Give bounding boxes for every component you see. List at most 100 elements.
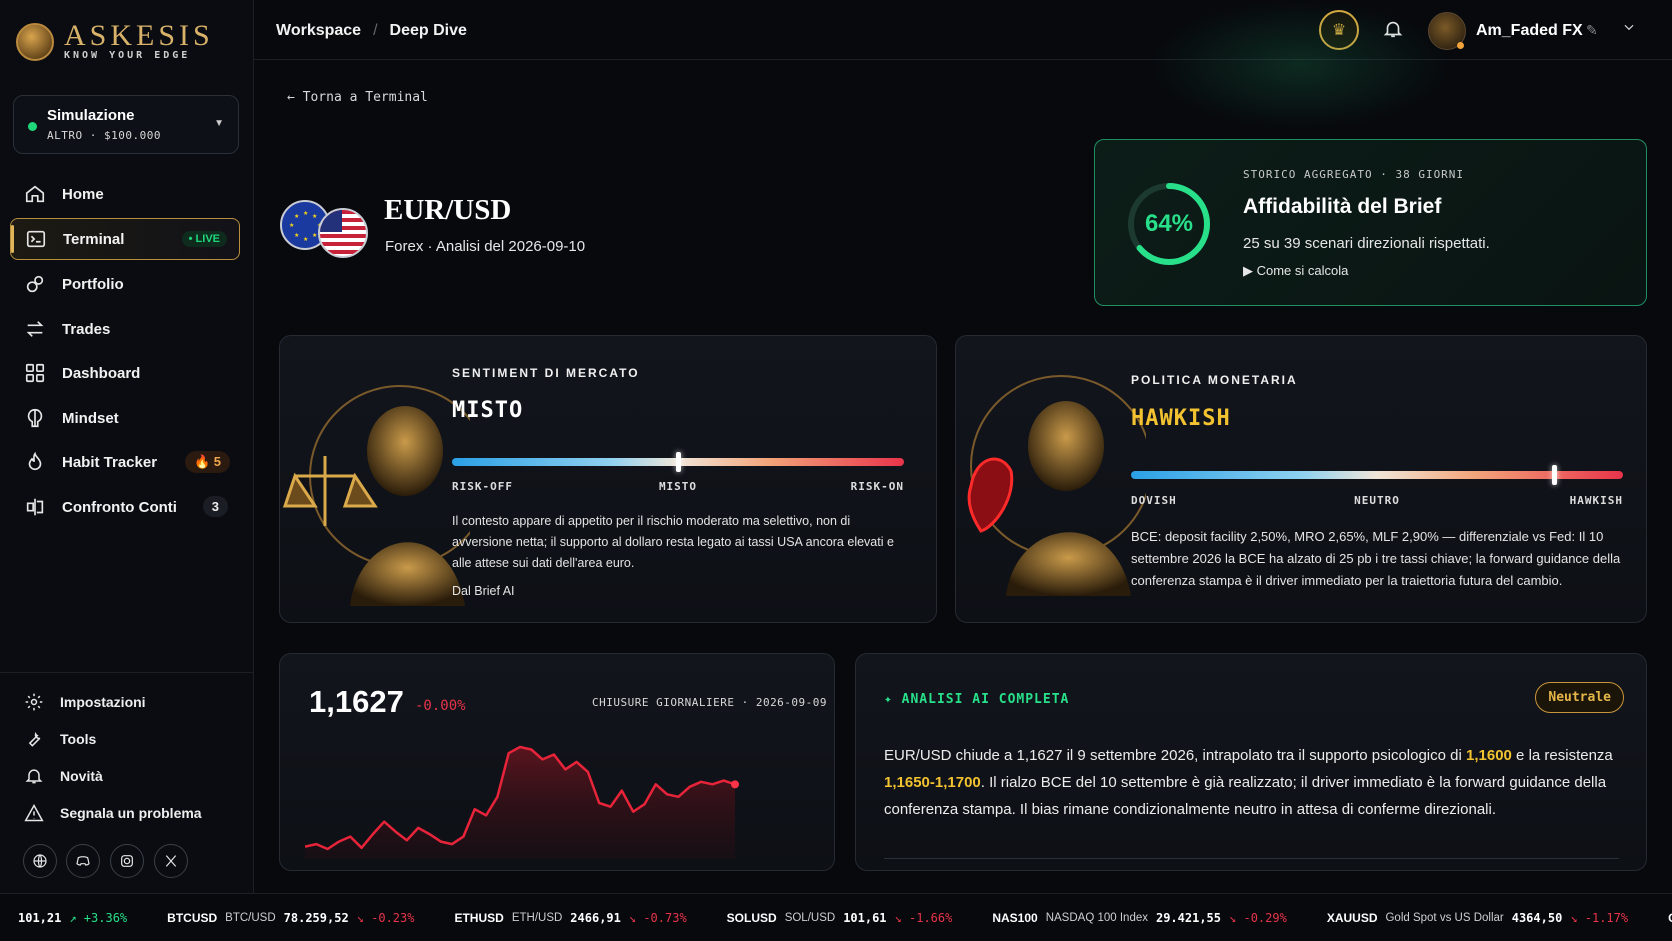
sidebar-item-label: Segnala un problema bbox=[60, 805, 202, 821]
resistance-level: 1,1650-1,1700 bbox=[884, 774, 981, 791]
wrench-icon bbox=[28, 731, 41, 747]
ticker-item[interactable]: BTCUSD BTC/USD 78.259,52 ↘ -0.23% bbox=[167, 911, 414, 925]
ticker-item[interactable]: NAS100 NASDAQ 100 Index 29.421,55 ↘ -0.29% bbox=[992, 911, 1286, 925]
gauge-label-risk-on: RISK-ON bbox=[850, 480, 904, 493]
sidebar-item-impostazioni[interactable]: Impostazioni bbox=[24, 692, 146, 712]
sidebar-item-segnala[interactable]: Segnala un problema bbox=[24, 803, 202, 823]
policy-kicker: POLITICA MONETARIA bbox=[1131, 373, 1298, 387]
sidebar-item-label: Confronto Conti bbox=[62, 498, 177, 516]
ticker-item[interactable]: SOLUSD SOL/USD 101,61 ↘ -1.66% bbox=[727, 911, 953, 925]
ticker-name: ETH/USD bbox=[511, 911, 563, 924]
ticker-item[interactable]: XAUUSD Gold Spot vs US Dollar 4364,50 ↘ -1.… bbox=[1327, 911, 1628, 925]
mindset-icon bbox=[27, 408, 43, 428]
policy-gauge-knob bbox=[1552, 465, 1558, 485]
brand-logo[interactable]: ASKESIS KNOW YOUR EDGE bbox=[16, 19, 214, 61]
bell-icon bbox=[25, 769, 43, 784]
support-level: 1,1600 bbox=[1466, 747, 1512, 764]
sidebar-item-terminal[interactable]: Terminal • LIVE bbox=[10, 218, 240, 260]
reliability-percent: 64% bbox=[1144, 210, 1194, 237]
price-card: 1,1627 -0.00% CHIUSURE GIORNALIERE · 202… bbox=[279, 653, 835, 871]
ticker-change: ↘ -0.23% bbox=[356, 910, 415, 925]
stoic-bird-statue-icon bbox=[967, 375, 1146, 596]
reliability-kicker: STORICO AGGREGATO · 38 GIORNI bbox=[1243, 168, 1465, 181]
analysis-divider bbox=[884, 858, 1619, 859]
sidebar-item-dashboard[interactable]: Dashboard bbox=[10, 352, 240, 394]
instagram-icon[interactable] bbox=[110, 844, 144, 878]
sidebar-item-novita[interactable]: Novità bbox=[24, 766, 103, 786]
ticker-track: 101,21 ↗ +3.36% BTCUSD BTC/USD 78.259,52 ↘ -0… bbox=[0, 911, 1672, 925]
ticker-symbol: XAUUSD bbox=[1326, 910, 1378, 925]
price-chart bbox=[305, 745, 739, 859]
sidebar-divider bbox=[0, 672, 254, 673]
sidebar-item-label: Home bbox=[62, 185, 104, 203]
ticker-symbol: BTCUSD bbox=[167, 910, 218, 925]
ticker-price: 29.421,55 bbox=[1155, 910, 1222, 925]
ticker-item[interactable]: ETHUSD ETH/USD 2466,91 ↘ -0.73% bbox=[454, 911, 686, 925]
ticker-change: ↘ -1.17% bbox=[1570, 910, 1629, 925]
sidebar-item-habit-tracker[interactable]: Habit Tracker 🔥 5 bbox=[10, 441, 240, 483]
chevron-down-icon: ▼ bbox=[214, 118, 224, 129]
analysis-text: EUR/USD chiude a 1,1627 il 9 settembre 2… bbox=[884, 742, 1619, 823]
avatar-status-dot bbox=[1457, 42, 1464, 49]
brand-name: ASKESIS bbox=[64, 19, 214, 52]
ticker-item[interactable]: GER bbox=[1668, 911, 1672, 925]
sidebar-item-label: Novità bbox=[60, 768, 103, 784]
ticker-name: SOL/USD bbox=[784, 911, 836, 924]
flame-icon bbox=[28, 451, 42, 471]
sidebar-item-label: Tools bbox=[60, 731, 97, 747]
analysis-text-part: e la resistenza bbox=[1511, 747, 1613, 764]
sidebar-item-home[interactable]: Home bbox=[10, 173, 240, 215]
policy-card: POLITICA MONETARIA HAWKISH DOVISH NEUTRO… bbox=[955, 335, 1647, 623]
ticker-price: 101,61 bbox=[843, 910, 887, 925]
policy-value: HAWKISH bbox=[1131, 406, 1231, 431]
gauge-label-misto: MISTO bbox=[658, 480, 698, 493]
sentiment-kicker: SENTIMENT DI MERCATO bbox=[452, 366, 640, 380]
back-to-terminal-link[interactable]: ← Torna a Terminal bbox=[287, 90, 428, 105]
logo-coin-icon bbox=[16, 22, 54, 61]
breadcrumb: Workspace / Deep Dive bbox=[276, 22, 467, 40]
sidebar-item-label: Trades bbox=[62, 320, 111, 338]
ticker-item[interactable]: 101,21 ↗ +3.36% bbox=[18, 911, 127, 925]
breadcrumb-separator: / bbox=[373, 22, 378, 39]
globe-icon[interactable] bbox=[23, 844, 57, 878]
sidebar-item-tools[interactable]: Tools bbox=[24, 729, 96, 749]
reliability-title: Affidabilità del Brief bbox=[1243, 195, 1442, 218]
chevron-down-icon bbox=[1624, 24, 1634, 31]
how-calculated-toggle[interactable]: ▶ Come si calcola bbox=[1243, 263, 1348, 279]
sidebar-item-portfolio[interactable]: Portfolio bbox=[10, 263, 240, 305]
discord-icon[interactable] bbox=[66, 844, 100, 878]
stoic-scales-statue-icon bbox=[282, 385, 470, 606]
x-icon[interactable] bbox=[154, 844, 188, 878]
breadcrumb-workspace[interactable]: Workspace bbox=[276, 22, 361, 40]
reliability-card: 64% STORICO AGGREGATO · 38 GIORNI Affida… bbox=[1094, 139, 1647, 306]
ticker-price: 78.259,52 bbox=[283, 910, 349, 925]
username[interactable]: Am_Faded FX bbox=[1476, 22, 1583, 40]
top-bar: Workspace / Deep Dive ♛ Am_Faded FX ✎ bbox=[254, 0, 1672, 60]
warning-icon bbox=[24, 803, 44, 822]
analysis-text-part: EUR/USD chiude a 1,1627 il 9 settembre 2… bbox=[884, 747, 1466, 764]
gauge-label-risk-off: RISK-OFF bbox=[452, 480, 513, 493]
streak-badge: 🔥 5 bbox=[184, 451, 230, 473]
sidebar-item-mindset[interactable]: Mindset bbox=[10, 397, 240, 439]
ticker-change: ↘ -0.73% bbox=[628, 910, 687, 925]
dashboard-icon bbox=[25, 363, 45, 383]
account-status-dot bbox=[28, 122, 37, 131]
bias-badge: Neutrale bbox=[1535, 682, 1624, 713]
ticker-symbol: ETHUSD bbox=[454, 910, 504, 925]
sentiment-gauge bbox=[452, 452, 904, 472]
portfolio-icon bbox=[26, 275, 44, 293]
account-selector[interactable]: Simulazione ALTRO · $100.000 ▼ bbox=[13, 95, 239, 154]
edit-icon[interactable]: ✎ bbox=[1586, 22, 1598, 39]
ticker-symbol: SOLUSD bbox=[726, 910, 777, 925]
ticker-name: BTC/USD bbox=[225, 911, 276, 924]
sentiment-gauge-knob bbox=[676, 452, 681, 472]
home-icon bbox=[25, 185, 45, 203]
sidebar-item-trades[interactable]: Trades bbox=[10, 308, 240, 350]
ticker-name: Gold Spot vs US Dollar bbox=[1385, 911, 1504, 924]
sidebar-item-confronto-conti[interactable]: Confronto Conti 3 bbox=[10, 486, 240, 528]
ticker-change: ↘ -1.66% bbox=[894, 910, 953, 925]
user-menu-chevron[interactable] bbox=[1622, 20, 1636, 39]
policy-text: BCE: deposit facility 2,50%, MRO 2,65%, … bbox=[1131, 529, 1621, 588]
ticker-name: NASDAQ 100 Index bbox=[1045, 911, 1148, 924]
ticker-symbol: NAS100 bbox=[992, 910, 1038, 925]
